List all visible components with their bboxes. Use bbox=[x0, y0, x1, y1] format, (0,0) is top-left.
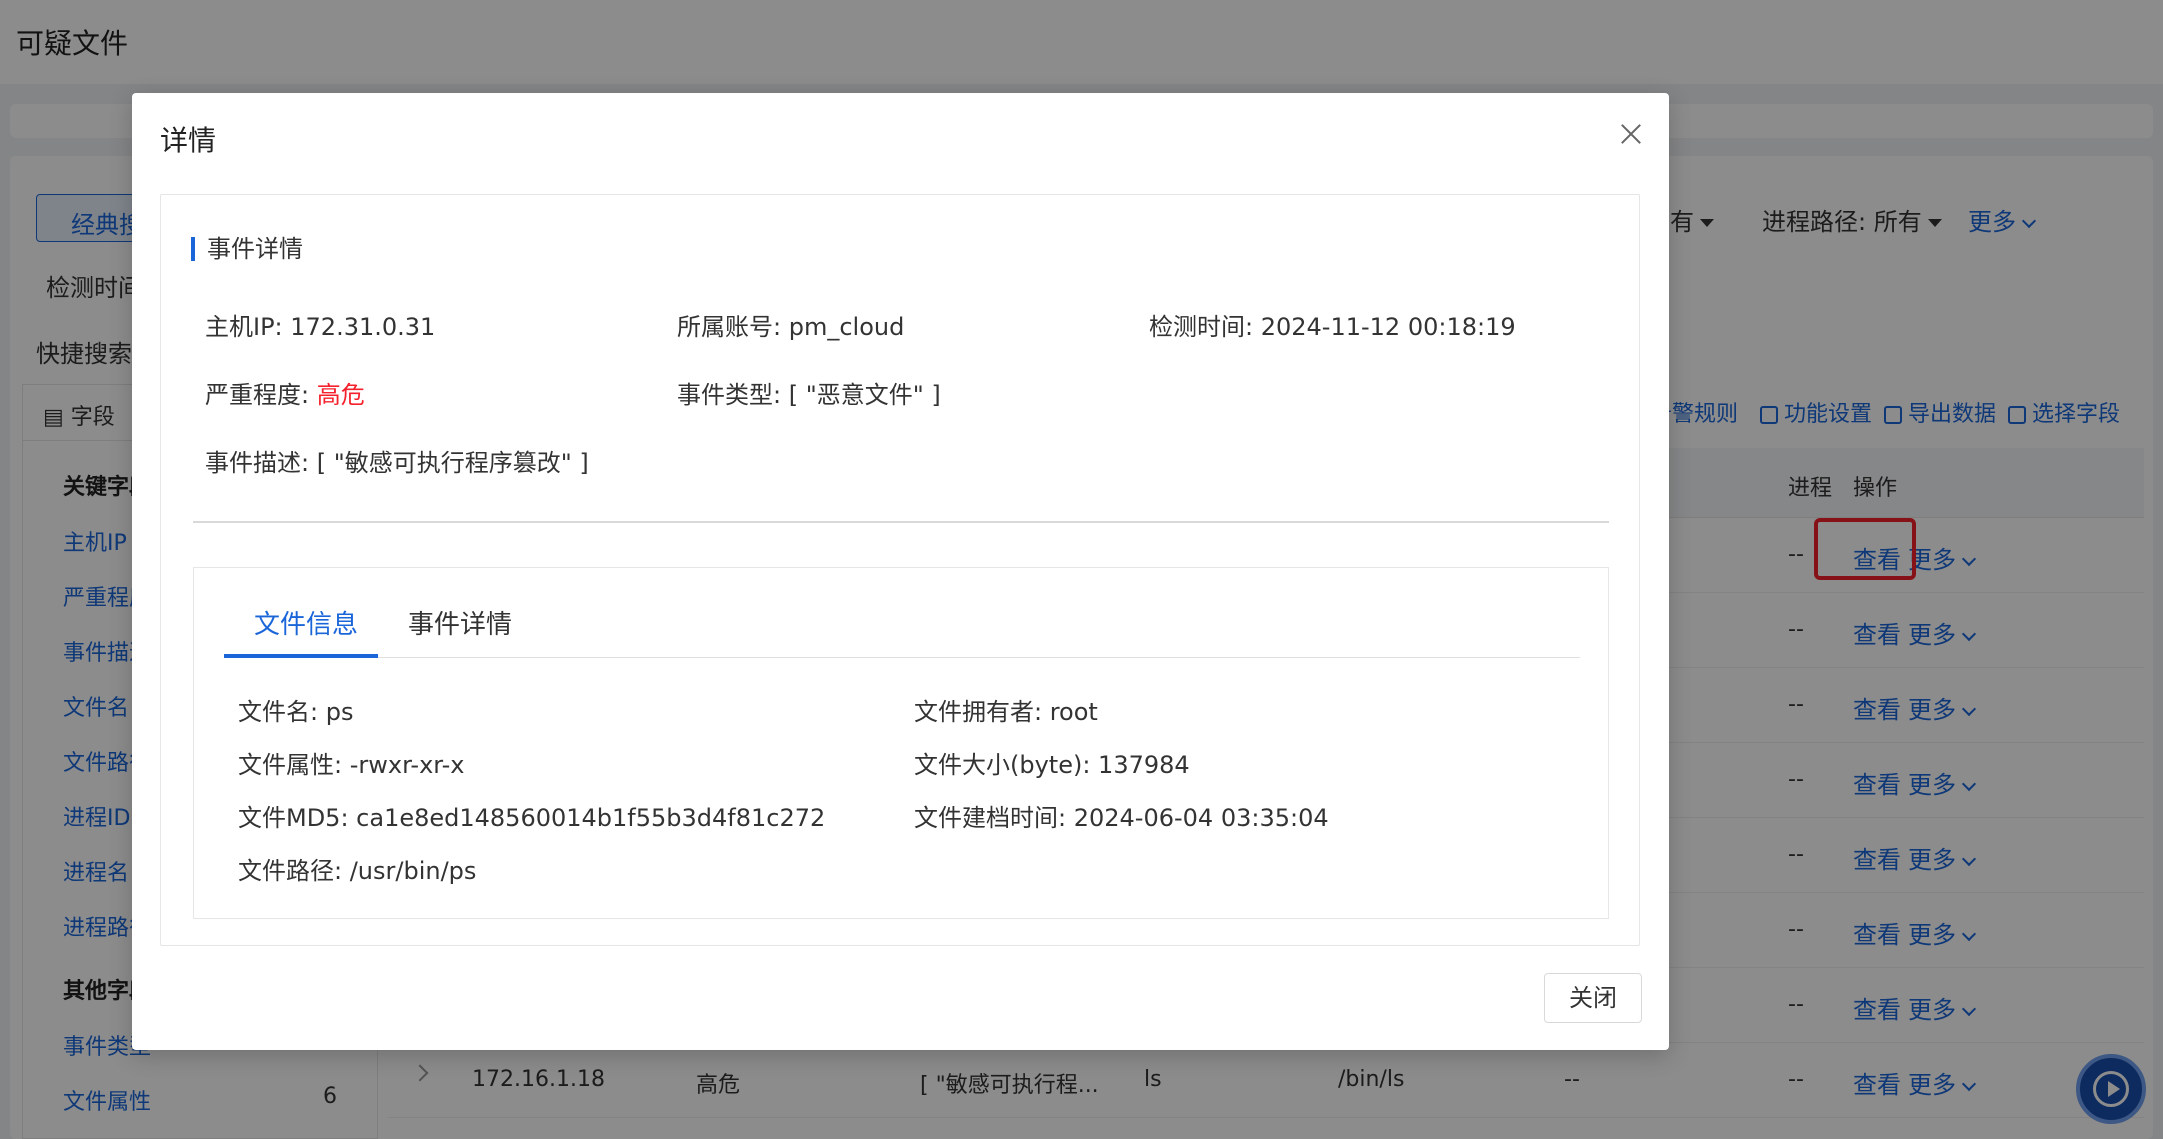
file-name-info: 文件名: ps bbox=[238, 698, 354, 726]
tab-event-details[interactable]: 事件详情 bbox=[408, 604, 512, 641]
file-path-info: 文件路径: /usr/bin/ps bbox=[238, 857, 477, 885]
detect-time-info: 检测时间: 2024-11-12 00:18:19 bbox=[1149, 313, 1516, 341]
event-type-info: 事件类型: [ "恶意文件" ] bbox=[677, 381, 941, 409]
file-ctime-info: 文件建档时间: 2024-06-04 03:35:04 bbox=[914, 804, 1329, 832]
event-desc-info: 事件描述: [ "敏感可执行程序篡改" ] bbox=[205, 449, 589, 477]
severity-label: 严重程度: bbox=[205, 381, 317, 409]
close-icon[interactable] bbox=[1616, 119, 1646, 149]
details-modal: 详情 事件详情 主机IP: 172.31.0.31 所属账号: pm_cloud… bbox=[132, 93, 1669, 1050]
tab-bar: 文件信息 事件详情 bbox=[224, 568, 1580, 658]
active-tab-indicator bbox=[224, 654, 378, 658]
account-info: 所属账号: pm_cloud bbox=[677, 313, 905, 341]
file-size-info: 文件大小(byte): 137984 bbox=[914, 751, 1190, 779]
severity-value: 高危 bbox=[316, 381, 365, 409]
section-divider bbox=[193, 521, 1609, 523]
file-owner-info: 文件拥有者: root bbox=[914, 698, 1098, 726]
modal-body: 事件详情 主机IP: 172.31.0.31 所属账号: pm_cloud 检测… bbox=[160, 194, 1640, 946]
section-title: 事件详情 bbox=[191, 237, 303, 261]
severity-info: 严重程度: 高危 bbox=[205, 375, 365, 410]
tab-panel: 文件信息 事件详情 文件名: ps 文件拥有者: root 文件属性: -rwx… bbox=[193, 567, 1609, 919]
host-ip-info: 主机IP: 172.31.0.31 bbox=[205, 313, 436, 341]
tab-file-info[interactable]: 文件信息 bbox=[254, 604, 358, 641]
file-attr-info: 文件属性: -rwxr-xr-x bbox=[238, 751, 465, 779]
file-md5-info: 文件MD5: ca1e8ed148560014b1f55b3d4f81c272 bbox=[238, 804, 826, 832]
close-button[interactable]: 关闭 bbox=[1544, 973, 1642, 1023]
modal-title: 详情 bbox=[160, 124, 217, 157]
